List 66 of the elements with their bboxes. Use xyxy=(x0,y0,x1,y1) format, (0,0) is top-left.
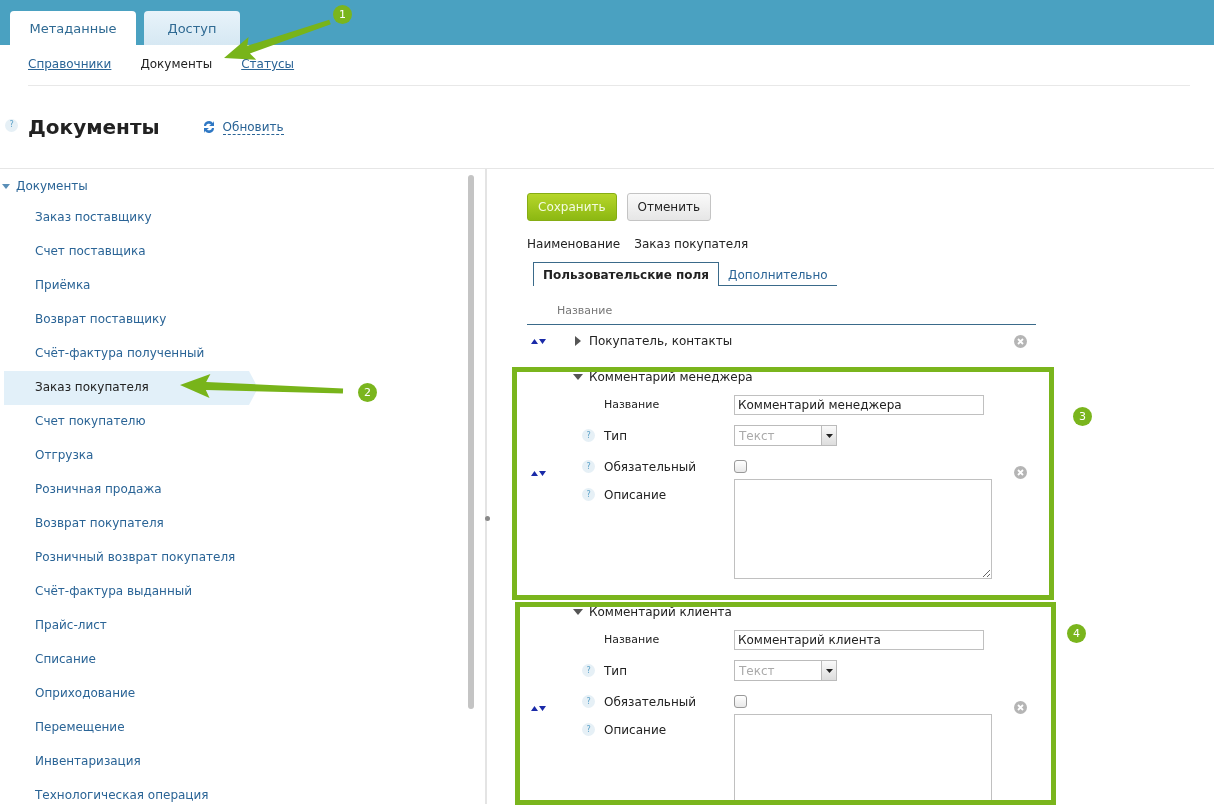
tree-item[interactable]: Розничная продажа xyxy=(0,473,255,507)
field-label: Наименование xyxy=(527,237,621,253)
field-label: Обязательный xyxy=(604,694,698,709)
tree-item[interactable]: Списание xyxy=(0,643,255,677)
field-label: Тип xyxy=(604,428,628,443)
reorder-arrows-icon[interactable] xyxy=(531,704,546,711)
dropdown-caret-icon[interactable] xyxy=(825,433,833,438)
tree-item[interactable]: Счёт-фактура выданный xyxy=(0,575,255,609)
field-label: Описание xyxy=(604,488,668,502)
field-value: Заказ покупателя xyxy=(634,237,749,253)
field-label: Обязательный xyxy=(604,459,698,474)
step-number: 4 xyxy=(1067,624,1086,643)
tree-item[interactable]: Перемещение xyxy=(0,711,255,745)
step-number: 3 xyxy=(1073,407,1092,426)
remove-icon[interactable] xyxy=(1014,701,1027,714)
tree-item[interactable]: Счёт-фактура полученный xyxy=(0,337,255,371)
tree-item[interactable]: Счет поставщика xyxy=(0,235,255,269)
field-label: Название xyxy=(604,633,661,646)
top-tab[interactable]: Метаданные xyxy=(10,11,136,45)
remove-icon[interactable] xyxy=(1014,334,1027,348)
tree-item[interactable]: Приёмка xyxy=(0,269,255,303)
tree-item[interactable]: Розничный возврат покупателя xyxy=(0,541,255,575)
page-title: Документы xyxy=(28,115,160,139)
tree-item[interactable]: Прайс-лист xyxy=(0,609,255,643)
tree-item[interactable]: Заказ поставщику xyxy=(0,201,255,235)
tree-item[interactable]: Возврат покупателя xyxy=(0,507,255,541)
description-textarea[interactable] xyxy=(734,479,992,579)
tree-item[interactable]: Документы xyxy=(16,179,88,193)
tree-item[interactable]: Инвентаризация xyxy=(0,745,255,779)
expand-triangle-icon[interactable] xyxy=(573,372,583,382)
scrollbar[interactable] xyxy=(468,175,474,709)
expand-triangle-icon[interactable] xyxy=(573,336,583,346)
step-number: 2 xyxy=(358,383,377,402)
refresh-icon[interactable] xyxy=(201,119,216,135)
tree-item[interactable]: Оприходование xyxy=(0,677,255,711)
field-group-title[interactable]: Комментарий клиента xyxy=(589,605,732,619)
subnav-link[interactable]: Документы xyxy=(140,57,213,71)
subnav-link[interactable]: Статусы xyxy=(241,57,295,71)
tab[interactable]: Пользовательские поля xyxy=(533,262,720,286)
tree-item[interactable]: Отгрузка xyxy=(0,439,255,473)
expand-triangle-icon[interactable] xyxy=(573,607,583,617)
tree-item[interactable]: Счет покупателю xyxy=(0,405,255,439)
tab[interactable]: Дополнительно xyxy=(719,264,837,286)
splitter-handle[interactable] xyxy=(485,516,490,521)
subnav-link[interactable]: Справочники xyxy=(28,57,112,71)
dropdown-caret-icon[interactable] xyxy=(825,668,833,673)
field-label: Название xyxy=(604,398,661,411)
tree-item[interactable]: Заказ покупателя xyxy=(4,371,258,405)
name-input[interactable]: Комментарий менеджера xyxy=(734,394,984,415)
tree-item[interactable]: Технологическая операция xyxy=(0,779,255,804)
refresh-link[interactable]: Обновить xyxy=(222,119,284,135)
checkbox[interactable] xyxy=(734,695,747,708)
name-input[interactable]: Комментарий клиента xyxy=(734,629,984,650)
expand-triangle-icon[interactable] xyxy=(2,183,10,189)
field-label: Тип xyxy=(604,663,628,678)
tree-item[interactable]: Возврат поставщику xyxy=(0,303,255,337)
reorder-arrows-icon[interactable] xyxy=(531,338,546,344)
field-group-title[interactable]: Покупатель, контакты xyxy=(589,334,733,348)
field-group-title[interactable]: Комментарий менеджера xyxy=(589,370,753,384)
field-label: Описание xyxy=(604,723,668,737)
checkbox[interactable] xyxy=(734,460,747,473)
cancel-button[interactable]: Отменить xyxy=(626,193,712,221)
top-tab[interactable]: Доступ xyxy=(144,11,240,45)
remove-icon[interactable] xyxy=(1014,466,1027,479)
reorder-arrows-icon[interactable] xyxy=(531,469,546,476)
column-header: Название xyxy=(527,298,1036,325)
